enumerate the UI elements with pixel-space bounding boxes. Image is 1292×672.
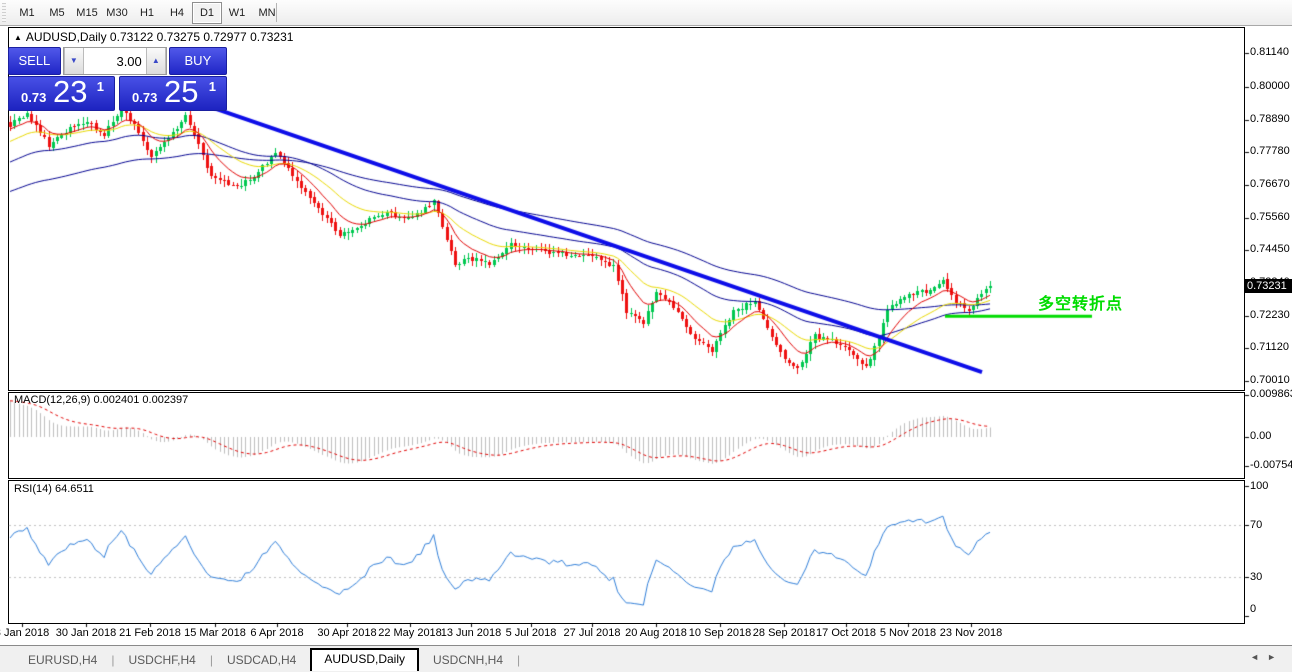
price-axis-tick: 0.70010 (1250, 374, 1290, 386)
date-axis-label: 23 Nov 2018 (940, 627, 1002, 639)
collapse-arrow-icon[interactable]: ▲ (14, 33, 22, 42)
tab-EURUSD-H4[interactable]: EURUSD,H4 (14, 650, 111, 670)
date-axis-label: 10 Sep 2018 (689, 627, 751, 639)
tab-USDCHF-H4[interactable]: USDCHF,H4 (114, 650, 209, 670)
timeframe-button-H1[interactable]: H1 (132, 2, 162, 24)
timeframe-button-H4[interactable]: H4 (162, 2, 192, 24)
sell-price-pips: 23 (53, 74, 87, 110)
chart-tabs: EURUSD,H4|USDCHF,H4|USDCAD,H4AUDUSD,Dail… (14, 649, 520, 670)
date-axis-label: 21 Feb 2018 (119, 627, 181, 639)
rsi-axis-tick: 100 (1250, 480, 1268, 492)
price-axis-tick: 0.71120 (1250, 341, 1289, 353)
price-axis-tick: 0.80000 (1250, 80, 1290, 92)
buy-price-panel[interactable]: 0.73 25 1 (119, 76, 227, 111)
timeframe-button-M15[interactable]: M15 (72, 2, 102, 24)
volume-decrease-icon[interactable]: ▼ (64, 48, 84, 74)
date-axis-label: 6 Apr 2018 (250, 627, 303, 639)
macd-label: MACD(12,26,9) 0.002401 0.002397 (14, 394, 188, 406)
rsi-axis-tick: 70 (1250, 519, 1262, 531)
buy-price-figure: 0.73 (132, 90, 157, 105)
date-axis-label: 28 Sep 2018 (753, 627, 815, 639)
sell-price-panel[interactable]: 0.73 23 1 (8, 76, 115, 111)
date-axis-label: 17 Oct 2018 (816, 627, 876, 639)
buy-button[interactable]: BUY (169, 47, 227, 75)
price-axis-tick: 0.72230 (1250, 309, 1290, 321)
date-axis-label: 20 Aug 2018 (625, 627, 687, 639)
tab-AUDUSD-Daily[interactable]: AUDUSD,Daily (310, 648, 419, 671)
date-axis-label: 22 May 2018 (378, 627, 442, 639)
timeframe-button-M5[interactable]: M5 (42, 2, 72, 24)
date-axis-label: 13 Jun 2018 (441, 627, 502, 639)
macd-axis-tick: 0.00 (1250, 430, 1271, 442)
chart-annotation-text[interactable]: 多空转折点 (1038, 290, 1123, 314)
chart-title: ▲ AUDUSD,Daily 0.73122 0.73275 0.72977 0.… (14, 30, 293, 44)
timeframe-button-MN[interactable]: MN (252, 2, 282, 24)
price-axis-tick: 0.76670 (1250, 178, 1290, 190)
volume-increase-icon[interactable]: ▲ (146, 48, 166, 74)
date-axis-label: 15 Mar 2018 (184, 627, 246, 639)
toolbar-separator (276, 3, 277, 22)
tab-scroll-left-icon[interactable]: ◄ (1250, 652, 1267, 662)
one-click-trading-widget: SELL ▼ ▲ BUY 0.73 23 1 0.73 25 1 (8, 47, 227, 111)
timeframe-button-M30[interactable]: M30 (102, 2, 132, 24)
timeframe-button-W1[interactable]: W1 (222, 2, 252, 24)
price-axis-tick: 0.78890 (1250, 113, 1290, 125)
timeframe-buttons: M1M5M15M30H1H4D1W1MN (12, 2, 282, 24)
tab-scroll-right-icon[interactable]: ► (1267, 652, 1284, 662)
tab-USDCNH-H4[interactable]: USDCNH,H4 (419, 650, 517, 670)
macd-axis-tick: -0.007543 (1250, 459, 1292, 471)
rsi-label: RSI(14) 64.6511 (14, 483, 94, 495)
timeframe-button-M1[interactable]: M1 (12, 2, 42, 24)
chart-title-text: AUDUSD,Daily 0.73122 0.73275 0.72977 0.7… (26, 30, 294, 44)
tab-separator: | (517, 653, 520, 667)
rsi-indicator-pane[interactable] (8, 480, 1245, 624)
price-axis-tick: 0.81140 (1250, 46, 1289, 58)
buy-price-pips: 25 (164, 74, 198, 110)
sell-price-figure: 0.73 (21, 90, 46, 105)
date-axis-label: 30 Jan 2018 (56, 627, 117, 639)
price-axis-tick: 0.74450 (1250, 243, 1290, 255)
price-axis-tick: 0.77780 (1250, 145, 1290, 157)
volume-stepper: ▼ ▲ (63, 47, 167, 75)
timeframe-button-D1[interactable]: D1 (192, 2, 222, 24)
mt4-window: M1M5M15M30H1H4D1W1MN ▲AUDUSD,Daily 0.731… (0, 0, 1292, 672)
chart-tab-bar: EURUSD,H4|USDCHF,H4|USDCAD,H4AUDUSD,Dail… (0, 645, 1292, 672)
toolbar-grip-handle[interactable] (2, 3, 6, 22)
tab-scroll-arrows[interactable]: ◄► (1250, 652, 1284, 662)
sell-price-point: 1 (97, 79, 104, 94)
volume-input[interactable] (84, 48, 146, 74)
date-axis-label: 8 Jan 2018 (0, 627, 49, 639)
macd-axis-tick: 0.009863 (1250, 388, 1292, 400)
timeframe-toolbar: M1M5M15M30H1H4D1W1MN (0, 0, 1292, 26)
date-axis-label: 27 Jul 2018 (564, 627, 621, 639)
rsi-axis-tick: 0 (1250, 603, 1256, 615)
price-axis-tick: 0.75560 (1250, 211, 1290, 223)
macd-indicator-pane[interactable] (8, 392, 1245, 479)
date-axis-label: 30 Apr 2018 (317, 627, 376, 639)
rsi-axis-tick: 30 (1250, 571, 1262, 583)
buy-price-point: 1 (209, 79, 216, 94)
date-axis-label: 5 Nov 2018 (880, 627, 936, 639)
current-price-badge: 0.73231 (1245, 279, 1292, 293)
sell-button[interactable]: SELL (8, 47, 61, 75)
tab-USDCAD-H4[interactable]: USDCAD,H4 (213, 650, 310, 670)
date-axis-label: 5 Jul 2018 (506, 627, 557, 639)
